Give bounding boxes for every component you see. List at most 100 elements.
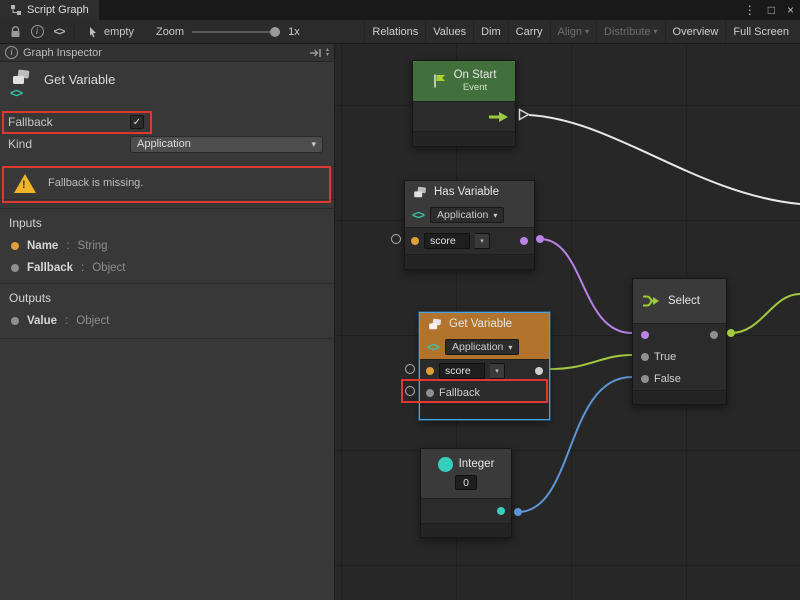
warning-icon: ! (14, 174, 36, 193)
inspector-header: i Graph Inspector ▴ ▾ (0, 44, 334, 62)
lock-icon[interactable] (4, 20, 26, 43)
kind-dropdown[interactable]: Application▾ (430, 207, 504, 223)
port-value-out[interactable] (497, 507, 505, 515)
node-on-start[interactable]: On Start Event (412, 60, 516, 147)
kind-field-row: Kind Application ▾ (0, 133, 334, 155)
port-has-variable-name[interactable] (391, 234, 401, 244)
inputs-section: Inputs Name : String Fallback : Object (0, 208, 334, 279)
variable-name-field[interactable]: score (439, 363, 485, 379)
fallback-field-row: Fallback ✓ (0, 111, 334, 133)
node-has-variable[interactable]: Has Variable <> Application▾ score ▾ (404, 180, 535, 270)
maximize-icon[interactable]: □ (762, 3, 781, 17)
full-screen-button[interactable]: Full Screen (725, 20, 796, 43)
port-has-variable-out[interactable] (536, 235, 544, 243)
info-icon[interactable]: i (26, 20, 48, 43)
align-button[interactable]: Align▾ (550, 20, 596, 43)
node-select[interactable]: Select True False (632, 278, 727, 405)
node-header: Get Variable <> Application▾ (420, 313, 549, 359)
zoom-label: Zoom (156, 26, 184, 38)
zoom-slider[interactable] (192, 31, 280, 33)
warning-box: ! Fallback is missing. (0, 166, 334, 200)
close-icon[interactable]: × (781, 3, 800, 17)
wire-on-start-out[interactable] (529, 115, 800, 204)
cursor-icon (87, 26, 99, 38)
input-port-row: Name : String (0, 235, 334, 257)
overview-button[interactable]: Overview (665, 20, 726, 43)
variables-icon (10, 69, 32, 86)
wire-get-variable-select[interactable] (550, 355, 632, 369)
code-icon[interactable]: <> (48, 20, 70, 43)
kind-value: Application (137, 138, 191, 150)
tab-script-graph[interactable]: Script Graph (0, 0, 99, 20)
zoom-slider-knob[interactable] (270, 27, 280, 37)
unit-header: <> Get Variable (0, 62, 334, 108)
distribute-button[interactable]: Distribute▾ (596, 20, 664, 43)
warning-text: Fallback is missing. (48, 177, 143, 189)
port-condition-in[interactable] (641, 331, 649, 339)
node-header: Has Variable <> Application▾ (405, 181, 534, 227)
chevron-down-icon: ▾ (493, 211, 497, 220)
port-get-variable-name[interactable] (405, 364, 415, 374)
output-port-row: Value : Object (0, 310, 334, 332)
graph-canvas[interactable]: On Start Event Has Variable < (335, 44, 800, 600)
check-icon: ✓ (133, 117, 141, 128)
node-header: Integer 0 (421, 449, 511, 498)
flow-port-out[interactable] (518, 108, 530, 121)
flag-icon (432, 73, 447, 89)
carry-button[interactable]: Carry (508, 20, 550, 43)
wire-has-variable-select[interactable] (540, 239, 632, 333)
kind-dropdown[interactable]: Application ▾ (130, 136, 323, 153)
menu-icon[interactable]: ⋮ (738, 3, 762, 17)
port-result-out[interactable] (520, 237, 528, 245)
port-value-out[interactable] (535, 367, 543, 375)
dim-button[interactable]: Dim (473, 20, 508, 43)
values-button[interactable]: Values (425, 20, 473, 43)
title-bar: Script Graph ⋮ □ × (0, 0, 800, 20)
node-header: Select (633, 279, 726, 323)
node-header: On Start Event (413, 61, 515, 101)
graph-inspector-panel: i Graph Inspector ▴ ▾ <> Get Variable (0, 44, 335, 600)
code-icon: <> (412, 208, 424, 222)
variable-name-field[interactable]: score (424, 233, 470, 249)
port-dot-gray (11, 264, 19, 272)
port-integer-out[interactable] (514, 508, 522, 516)
node-integer[interactable]: Integer 0 (420, 448, 512, 538)
unit-title: Get Variable (44, 69, 115, 103)
port-get-variable-fallback[interactable] (405, 386, 415, 396)
node-title: Select (668, 295, 700, 307)
fallback-checkbox[interactable]: ✓ (130, 115, 144, 129)
inspector-title: Graph Inspector (23, 47, 102, 59)
node-subtitle: Event (463, 82, 487, 94)
graph-reference[interactable]: empty (79, 26, 142, 38)
port-fallback-in[interactable] (426, 389, 434, 397)
variable-dropdown-button[interactable]: ▾ (475, 233, 490, 249)
script-graph-window: Script Graph ⋮ □ × i <> empty Zoom 1x Re… (0, 0, 800, 600)
wire-select-out[interactable] (731, 294, 800, 333)
toolbar-separator (74, 25, 75, 39)
chevron-down-icon: ▾ (585, 27, 589, 36)
port-true-in[interactable] (641, 353, 649, 361)
true-port-label: True (654, 351, 676, 363)
port-selection-out[interactable] (710, 331, 718, 339)
kind-dropdown[interactable]: Application▾ (445, 339, 519, 355)
integer-icon (438, 457, 453, 472)
integer-value-field[interactable]: 0 (455, 475, 477, 490)
port-false-in[interactable] (641, 375, 649, 383)
node-get-variable[interactable]: Get Variable <> Application▾ score ▾ (419, 312, 550, 420)
scroll-arrows[interactable]: ▴ ▾ (326, 48, 329, 58)
variable-dropdown-button[interactable]: ▾ (490, 363, 505, 379)
fallback-label: Fallback (8, 115, 130, 129)
scroll-down-icon[interactable]: ▾ (326, 53, 329, 58)
code-icon: <> (427, 340, 439, 354)
code-icon: <> (10, 86, 22, 100)
dock-icon[interactable] (309, 48, 322, 58)
port-name-in[interactable] (426, 367, 434, 375)
node-title: Get Variable (449, 318, 512, 330)
relations-button[interactable]: Relations (364, 20, 425, 43)
port-select-out[interactable] (727, 329, 735, 337)
fallback-port-label: Fallback (439, 387, 480, 399)
outputs-header: Outputs (0, 284, 334, 310)
port-name-in[interactable] (411, 237, 419, 245)
node-title: On Start (454, 68, 497, 82)
port-dot-gray (11, 317, 19, 325)
